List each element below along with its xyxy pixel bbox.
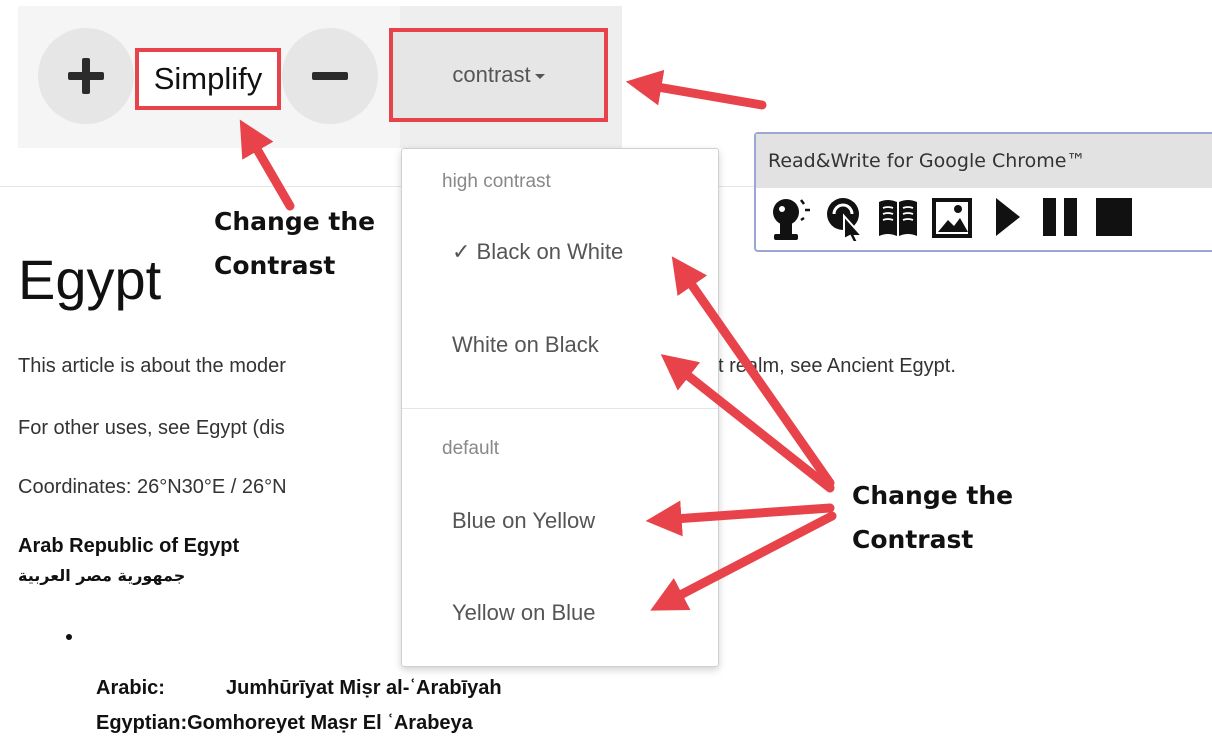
hatnote-modern: This article is about the moder — [18, 355, 286, 377]
speech-prediction-icon[interactable] — [768, 192, 812, 242]
contrast-menu: high contrast ✓ Black on White White on … — [401, 148, 719, 667]
zoom-out-button[interactable] — [282, 28, 378, 124]
annotation-line: Change the — [214, 207, 376, 236]
readwrite-toolbar: Read&Write for Google Chrome™ — [754, 132, 1212, 252]
menu-item-black-on-white[interactable]: ✓ Black on White — [452, 239, 623, 265]
arrow-to-contrast-button — [625, 69, 767, 110]
stop-icon[interactable] — [1092, 192, 1136, 242]
zoom-in-button[interactable] — [38, 28, 134, 124]
pause-icon[interactable] — [1038, 192, 1082, 242]
hatnote-ancient-link[interactable]: t realm, see Ancient Egypt. — [718, 355, 956, 378]
page-title: Egypt — [18, 248, 162, 311]
annotation-line: Contrast — [852, 525, 974, 554]
coordinates: Coordinates: 26°N30°E / 26°N — [18, 476, 287, 498]
name-row-arabic: Arabic: Jumhūrīyat Miṣr al-ʿArabīyah — [96, 677, 502, 700]
name-value: Jumhūrīyat Miṣr al-ʿArabīyah — [226, 677, 502, 699]
annotation-note-left: Change the Contrast — [214, 200, 375, 288]
simplify-label: Simplify — [153, 61, 263, 96]
hatnote-other-uses: For other uses, see Egypt (dis — [18, 417, 285, 439]
play-icon[interactable] — [984, 192, 1028, 242]
menu-item-white-on-black[interactable]: White on Black — [452, 332, 599, 358]
screenshot-reader-icon[interactable] — [822, 192, 866, 242]
menu-header-high-contrast: high contrast — [442, 171, 551, 192]
minus-icon — [312, 72, 348, 80]
readwrite-title: Read&Write for Google Chrome™ — [756, 134, 1212, 188]
annotation-line: Change the — [852, 481, 1014, 510]
annotation-line: Contrast — [214, 251, 336, 280]
plus-icon — [68, 58, 104, 94]
menu-item-blue-on-yellow[interactable]: Blue on Yellow — [452, 508, 595, 534]
name-label: Egyptian: — [96, 712, 188, 734]
contrast-label: contrast — [452, 62, 531, 87]
annotation-note-right: Change the Contrast — [852, 474, 1013, 562]
contrast-dropdown-button[interactable]: contrast — [389, 28, 608, 122]
menu-item-yellow-on-blue[interactable]: Yellow on Blue — [452, 600, 596, 626]
name-label: Arabic: — [96, 677, 165, 699]
list-bullet — [66, 634, 72, 640]
dictionary-icon[interactable] — [876, 192, 920, 242]
menu-divider — [402, 408, 718, 409]
name-value: Gomhoreyet Maṣr El ʿArabeya — [187, 712, 473, 734]
name-row-egyptian: Egyptian:Gomhoreyet Maṣr El ʿArabeya — [96, 712, 473, 735]
caret-down-icon — [534, 74, 545, 79]
picture-dictionary-icon[interactable] — [930, 192, 974, 242]
country-name: Arab Republic of Egypt — [18, 535, 240, 557]
simplify-button[interactable]: Simplify — [135, 48, 281, 110]
menu-header-default: default — [442, 438, 500, 459]
country-name-arabic: جمهورية مصر العربية — [18, 566, 186, 585]
